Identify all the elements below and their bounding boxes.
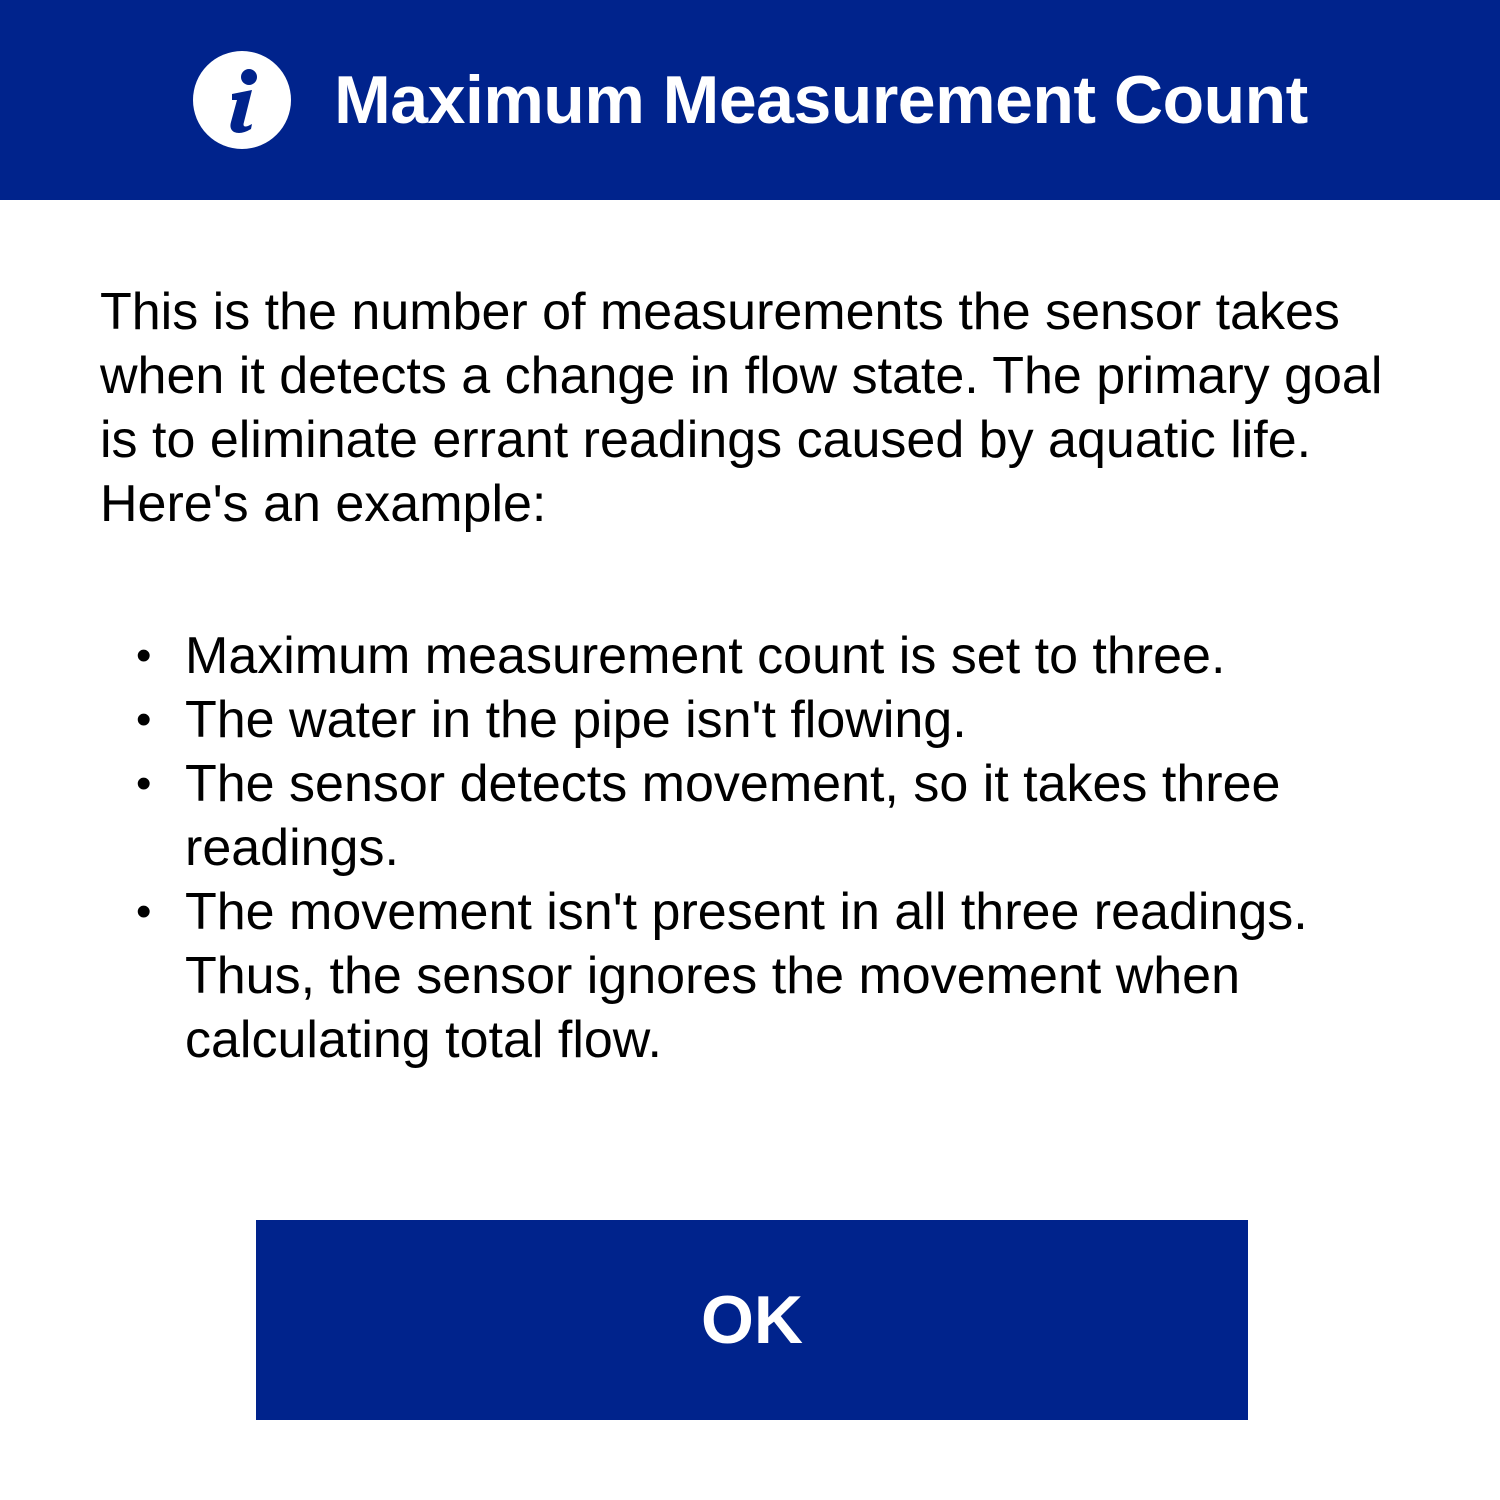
dialog-header: Maximum Measurement Count — [0, 0, 1500, 200]
dialog-title: Maximum Measurement Count — [334, 62, 1308, 138]
bullet-icon: • — [136, 631, 152, 680]
list-item: • Maximum measurement count is set to th… — [100, 624, 1410, 688]
list-item: • The sensor detects movement, so it tak… — [100, 752, 1410, 880]
info-icon — [193, 51, 292, 149]
dialog-body: This is the number of measurements the s… — [100, 280, 1410, 1072]
list-item-text: The movement isn't present in all three … — [185, 883, 1308, 1069]
list-item-text: The water in the pipe isn't flowing. — [185, 691, 967, 749]
list-item: • The movement isn't present in all thre… — [100, 880, 1410, 1072]
bullet-icon: • — [136, 695, 152, 744]
intro-text: This is the number of measurements the s… — [100, 283, 1383, 533]
example-list: • Maximum measurement count is set to th… — [100, 624, 1410, 1072]
list-item-text: Maximum measurement count is set to thre… — [185, 627, 1226, 685]
list-item-text: The sensor detects movement, so it takes… — [185, 755, 1281, 877]
list-item: • The water in the pipe isn't flowing. — [100, 688, 1410, 752]
bullet-icon: • — [136, 759, 152, 808]
dialog-header-content: Maximum Measurement Count — [192, 50, 1308, 150]
ok-button[interactable]: OK — [256, 1220, 1248, 1420]
bullet-icon: • — [136, 887, 152, 936]
